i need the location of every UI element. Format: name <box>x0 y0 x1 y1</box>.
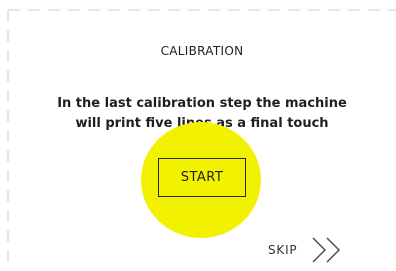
double-chevron-right-icon <box>312 237 341 263</box>
start-button[interactable]: START <box>158 158 246 197</box>
skip-label: SKIP <box>268 243 298 257</box>
calibration-screen: CALIBRATION In the last calibration step… <box>0 0 396 271</box>
page-title: CALIBRATION <box>160 44 244 58</box>
skip-button[interactable]: SKIP <box>268 234 344 266</box>
